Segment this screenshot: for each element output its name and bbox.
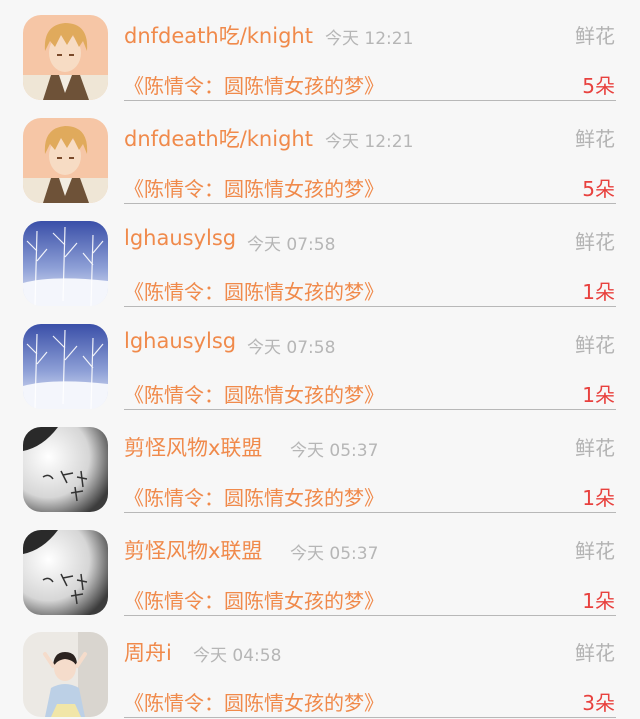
avatar[interactable]	[23, 118, 108, 203]
gift-type: 鲜花	[575, 436, 615, 460]
gift-amount: 5朵	[582, 177, 615, 201]
avatar[interactable]	[23, 324, 108, 409]
timestamp: 今天 07:58	[247, 338, 336, 358]
list-item[interactable]: lghausylsg 今天 07:58 鲜花 《陈情令：圆陈情女孩的梦》 1朵	[0, 206, 640, 309]
gift-type: 鲜花	[575, 230, 615, 254]
avatar[interactable]	[23, 530, 108, 615]
list-item[interactable]: 剪怪风物x联盟 今天 05:37 鲜花 《陈情令：圆陈情女孩的梦》 1朵	[0, 412, 640, 515]
avatar[interactable]	[23, 221, 108, 306]
divider	[124, 203, 616, 204]
novel-title-link[interactable]: 《陈情令：圆陈情女孩的梦》	[124, 482, 384, 511]
novel-title-link[interactable]: 《陈情令：圆陈情女孩的梦》	[124, 276, 384, 305]
ink-calligraphy-avatar-icon	[23, 427, 108, 512]
gift-record-list: dnfdeath吃/knight 今天 12:21 鲜花 《陈情令：圆陈情女孩的…	[0, 0, 640, 719]
novel-title-link[interactable]: 《陈情令：圆陈情女孩的梦》	[124, 379, 384, 408]
list-item[interactable]: lghausylsg 今天 07:58 鲜花 《陈情令：圆陈情女孩的梦》 1朵	[0, 309, 640, 412]
gift-type: 鲜花	[575, 127, 615, 151]
divider	[124, 409, 616, 410]
anime-boy-avatar-icon	[23, 118, 108, 203]
gift-amount: 1朵	[582, 486, 615, 510]
novel-title-link[interactable]: 《陈情令：圆陈情女孩的梦》	[124, 70, 384, 99]
avatar[interactable]	[23, 427, 108, 512]
avatar[interactable]	[23, 15, 108, 100]
timestamp: 今天 04:58	[193, 646, 282, 666]
novel-title-link[interactable]: 《陈情令：圆陈情女孩的梦》	[124, 173, 384, 202]
divider	[124, 615, 616, 616]
divider	[124, 717, 616, 718]
anime-boy-avatar-icon	[23, 15, 108, 100]
username[interactable]: 剪怪风物x联盟	[124, 535, 262, 565]
novel-title-link[interactable]: 《陈情令：圆陈情女孩的梦》	[124, 585, 384, 614]
username[interactable]: lghausylsg	[124, 226, 236, 250]
novel-title-link[interactable]: 《陈情令：圆陈情女孩的梦》	[124, 687, 384, 716]
divider	[124, 100, 616, 101]
timestamp: 今天 07:58	[247, 235, 336, 255]
ink-calligraphy-avatar-icon	[23, 530, 108, 615]
list-item[interactable]: dnfdeath吃/knight 今天 12:21 鲜花 《陈情令：圆陈情女孩的…	[0, 0, 640, 103]
list-item[interactable]: 周舟i 今天 04:58 鲜花 《陈情令：圆陈情女孩的梦》 3朵	[0, 617, 640, 719]
timestamp: 今天 05:37	[290, 441, 379, 461]
gift-type: 鲜花	[575, 24, 615, 48]
list-item[interactable]: dnfdeath吃/knight 今天 12:21 鲜花 《陈情令：圆陈情女孩的…	[0, 103, 640, 206]
girl-photo-avatar-icon	[23, 632, 108, 717]
gift-type: 鲜花	[575, 333, 615, 357]
timestamp: 今天 05:37	[290, 544, 379, 564]
gift-amount: 1朵	[582, 589, 615, 613]
username[interactable]: dnfdeath吃/knight	[124, 123, 313, 153]
timestamp: 今天 12:21	[325, 29, 414, 49]
gift-amount: 5朵	[582, 74, 615, 98]
divider	[124, 306, 616, 307]
username[interactable]: 剪怪风物x联盟	[124, 432, 262, 462]
timestamp: 今天 12:21	[325, 132, 414, 152]
list-item[interactable]: 剪怪风物x联盟 今天 05:37 鲜花 《陈情令：圆陈情女孩的梦》 1朵	[0, 515, 640, 618]
username[interactable]: dnfdeath吃/knight	[124, 20, 313, 50]
gift-amount: 1朵	[582, 383, 615, 407]
username[interactable]: lghausylsg	[124, 329, 236, 353]
gift-type: 鲜花	[575, 539, 615, 563]
username[interactable]: 周舟i	[124, 637, 172, 667]
gift-amount: 3朵	[582, 691, 615, 715]
gift-type: 鲜花	[575, 641, 615, 665]
snowy-forest-avatar-icon	[23, 324, 108, 409]
snowy-forest-avatar-icon	[23, 221, 108, 306]
gift-amount: 1朵	[582, 280, 615, 304]
divider	[124, 512, 616, 513]
avatar[interactable]	[23, 632, 108, 717]
